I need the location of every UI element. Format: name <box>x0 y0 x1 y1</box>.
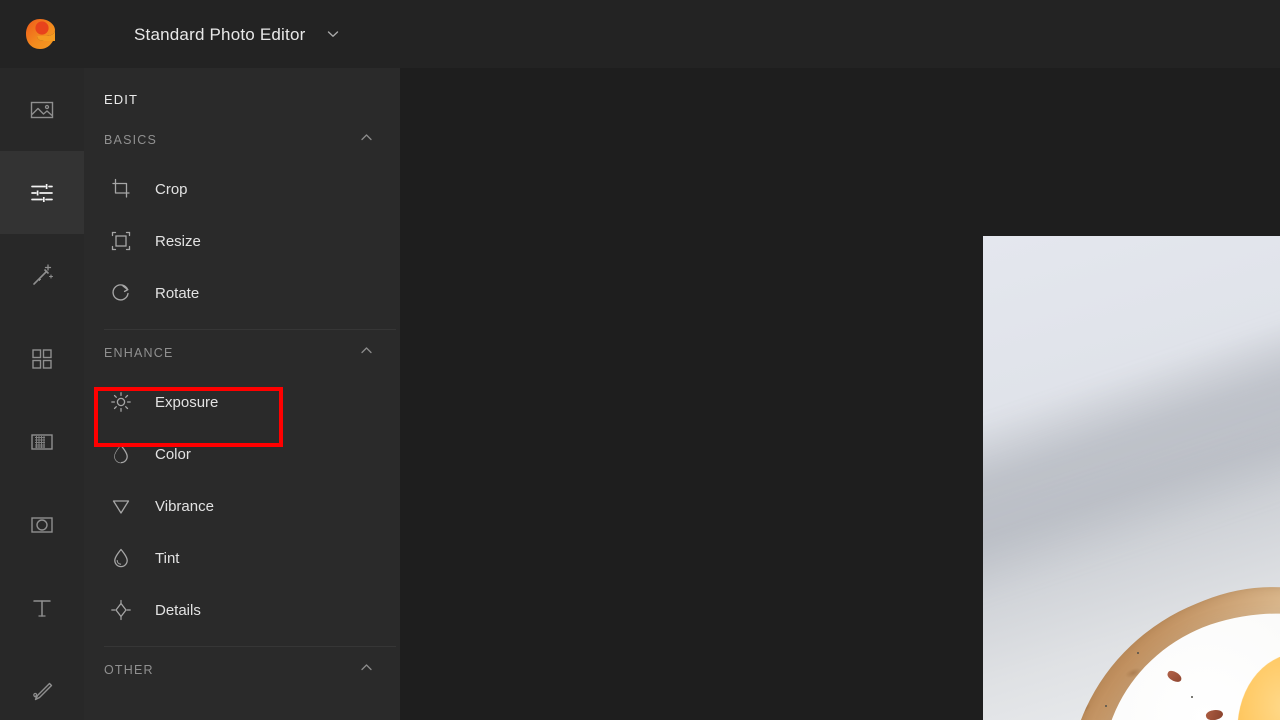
rail-item-adjust[interactable] <box>0 151 84 234</box>
rotate-icon <box>104 282 138 304</box>
tool-rail <box>0 68 84 720</box>
grid-four-icon <box>29 346 55 372</box>
edit-item-label: Resize <box>155 232 201 250</box>
brand-e-logo-icon[interactable] <box>20 14 60 54</box>
fried-egg-on-toast-photo[interactable] <box>983 236 1280 720</box>
edit-item-label: Tint <box>155 549 180 567</box>
sparkle-diamond-icon <box>104 599 138 621</box>
photo-pepper-speck <box>1190 695 1193 698</box>
rail-item-frames[interactable] <box>0 483 84 566</box>
section-label: BASICS <box>104 133 158 147</box>
photo-editor-window: Standard Photo Editor EDIT BASICS Crop R… <box>0 0 1280 720</box>
rail-item-text[interactable] <box>0 566 84 649</box>
rail-item-effects[interactable] <box>0 234 84 317</box>
rail-item-collage[interactable] <box>0 317 84 400</box>
triangle-down-icon <box>104 495 138 517</box>
edit-item-label: Rotate <box>155 284 200 302</box>
section-header-enhance[interactable]: ENHANCE <box>84 330 400 376</box>
edit-item-label: Exposure <box>155 393 219 411</box>
canvas-area[interactable] <box>400 68 1280 720</box>
document-title-menu[interactable]: Standard Photo Editor <box>134 26 341 43</box>
section-header-basics[interactable]: BASICS <box>84 117 400 163</box>
edit-item-label: Vibrance <box>155 497 214 515</box>
chevron-up-icon[interactable] <box>359 660 374 680</box>
section-items-enhance: Exposure Color Vibrance Tint Details <box>84 376 400 646</box>
droplet-half-icon <box>104 443 138 465</box>
page-title: Standard Photo Editor <box>134 24 306 44</box>
edit-item-rotate[interactable]: Rotate <box>84 267 400 319</box>
section-label: ENHANCE <box>104 346 174 360</box>
section-items-basics: Crop Resize Rotate <box>84 163 400 329</box>
section-header-other[interactable]: OTHER <box>84 647 400 693</box>
edit-item-label: Details <box>155 601 201 619</box>
crop-icon <box>104 178 138 200</box>
edit-item-label: Crop <box>155 180 188 198</box>
main-body: EDIT BASICS Crop Resize Rotate ENHANCE E… <box>0 68 1280 720</box>
edit-item-crop[interactable]: Crop <box>84 163 400 215</box>
section-enhance: ENHANCE Exposure Color Vibrance Tint Det… <box>84 330 400 646</box>
magic-wand-icon <box>28 262 56 290</box>
edit-panel: EDIT BASICS Crop Resize Rotate ENHANCE E… <box>84 68 400 720</box>
photo-content <box>983 236 1280 720</box>
text-t-icon <box>28 594 56 622</box>
rail-item-photos[interactable] <box>0 68 84 151</box>
panel-title: EDIT <box>104 92 139 107</box>
resize-icon <box>104 230 138 252</box>
frame-circle-icon <box>28 511 56 539</box>
image-icon <box>28 96 56 124</box>
section-basics: BASICS Crop Resize Rotate <box>84 117 400 329</box>
edit-item-color[interactable]: Color <box>84 428 400 480</box>
chevron-up-icon[interactable] <box>359 343 374 363</box>
rail-item-draw[interactable] <box>0 649 84 720</box>
rail-item-texture[interactable] <box>0 400 84 483</box>
edit-item-exposure[interactable]: Exposure <box>84 376 400 428</box>
sun-icon <box>104 391 138 413</box>
section-label: OTHER <box>104 663 154 677</box>
top-bar: Standard Photo Editor <box>0 0 1280 68</box>
chevron-up-icon[interactable] <box>359 130 374 150</box>
edit-item-vibrance[interactable]: Vibrance <box>84 480 400 532</box>
sliders-icon <box>28 179 56 207</box>
edit-item-label: Color <box>155 445 191 463</box>
droplet-icon <box>104 547 138 569</box>
chevron-down-icon[interactable] <box>325 26 341 42</box>
edit-item-resize[interactable]: Resize <box>84 215 400 267</box>
section-other: OTHER <box>84 647 400 693</box>
pen-icon <box>28 677 56 705</box>
edit-item-tint[interactable]: Tint <box>84 532 400 584</box>
edit-item-details[interactable]: Details <box>84 584 400 636</box>
texture-icon <box>28 428 56 456</box>
